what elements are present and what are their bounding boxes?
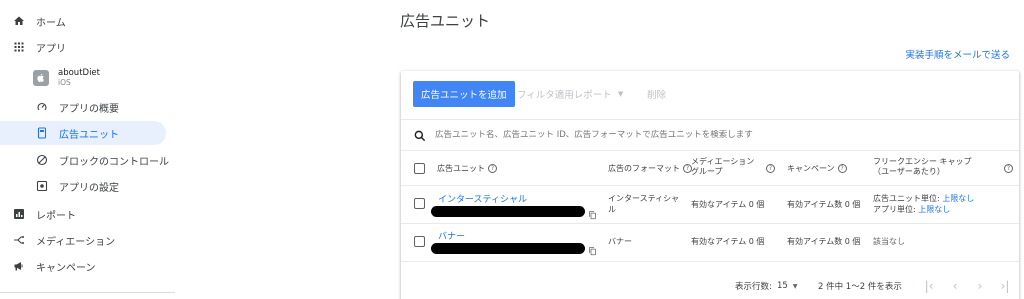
search-bar — [401, 119, 1019, 151]
app-platform: iOS — [58, 78, 71, 87]
mediation-cell: 有効なアイテム 0 個 — [691, 200, 765, 209]
col-header-label-2: （ユーザーあたり） — [873, 167, 945, 176]
ad-unit-name-link[interactable]: インタースティシャル — [438, 192, 527, 205]
ad-units-card: 広告ユニットを追加 フィルタ適用レポート ▼ 削除 広告ユニット ? 広告のフォ… — [401, 71, 1019, 299]
redacted-ad-unit-id — [431, 243, 585, 254]
app-selector[interactable]: aboutDiet iOS — [33, 68, 100, 87]
format-text-2: ル — [608, 205, 616, 214]
col-header-format[interactable]: 広告のフォーマット ? — [608, 163, 692, 174]
pagination-range: 2 件中 1～2 件を表示 — [818, 282, 902, 292]
nav-reports-label: レポート — [36, 210, 76, 222]
row-divider — [401, 223, 1019, 224]
toolbar: 広告ユニットを追加 フィルタ適用レポート ▼ 削除 — [401, 71, 1019, 117]
campaign-cell: 有効アイテム数 0 個 — [787, 200, 861, 209]
nav-campaigns-label: キャンペーン — [36, 262, 96, 274]
redacted-ad-unit-id — [431, 206, 585, 217]
format-cell: インタースティシャ ル — [608, 193, 679, 215]
filtered-report-button[interactable]: フィルタ適用レポート ▼ — [517, 81, 623, 107]
sidebar-item-label: 広告ユニット — [59, 129, 119, 141]
nav-home-label: ホーム — [36, 17, 66, 29]
block-icon — [35, 153, 49, 167]
nav-mediation-label: メディエーション — [36, 236, 116, 248]
page-title: 広告ユニット — [400, 12, 491, 30]
row-divider — [401, 185, 1019, 186]
email-instructions-link[interactable]: 実装手順をメールで送る — [905, 47, 1010, 61]
nav-reports[interactable]: レポート — [0, 202, 76, 226]
sidebar-divider — [0, 292, 175, 293]
mediation-icon — [12, 233, 26, 247]
apps-grid-icon — [12, 40, 26, 54]
rows-per-page-select[interactable]: 15 ▼ — [777, 276, 797, 296]
col-header-frequency-cap[interactable]: フリークエンシー キャップ （ユーザーあたり） — [873, 157, 972, 177]
nav-campaigns[interactable]: キャンペーン — [0, 254, 96, 278]
col-header-label: キャンペーン — [787, 164, 835, 173]
search-input[interactable] — [435, 130, 975, 140]
select-all-checkbox[interactable] — [414, 163, 425, 174]
sidebar-item-app-settings[interactable]: アプリの設定 — [0, 174, 119, 198]
col-header-ad-unit[interactable]: 広告ユニット ? — [437, 163, 497, 174]
search-icon — [413, 128, 427, 142]
frequency-cap-cell: 該当なし — [873, 237, 905, 246]
caret-down-icon: ▼ — [617, 90, 624, 98]
caret-down-icon: ▼ — [792, 282, 798, 290]
megaphone-icon — [12, 259, 26, 273]
nav-mediation[interactable]: メディエーション — [0, 228, 115, 252]
sidebar-item-label: アプリの設定 — [59, 182, 119, 194]
help-icon[interactable]: ? — [766, 164, 775, 173]
apple-icon — [33, 69, 49, 86]
col-header-campaign[interactable]: キャンペーン ? — [787, 163, 847, 174]
sidebar-item-label: アプリの概要 — [59, 103, 119, 115]
delete-button[interactable]: 削除 — [647, 81, 666, 107]
col-header-label: メディエーション — [691, 157, 755, 166]
next-page-icon[interactable]: › — [970, 276, 990, 296]
mediation-cell: 有効なアイテム 0 個 — [691, 237, 765, 246]
sidebar-item-ad-units[interactable]: 広告ユニット — [0, 121, 166, 145]
col-header-label: フリークエンシー キャップ — [873, 157, 972, 166]
prev-page-icon[interactable]: ‹ — [945, 276, 965, 296]
format-text: インタースティシャ — [608, 194, 680, 203]
row-checkbox[interactable] — [414, 236, 425, 247]
rows-per-page-label: 表示行数: — [735, 282, 772, 292]
gauge-icon — [35, 100, 49, 114]
sidebar: ホーム アプリ aboutDiet iOS アプリの概要 広告ユニット ブロック… — [0, 0, 175, 299]
col-header-mediation[interactable]: メディエーション グループ — [691, 157, 754, 177]
first-page-icon[interactable]: |‹ — [919, 276, 939, 296]
freq-label: 広告ユニット単位: — [873, 194, 943, 203]
copy-icon[interactable] — [588, 241, 597, 256]
nav-apps-label: アプリ — [36, 43, 66, 55]
settings-icon — [35, 179, 49, 193]
filtered-report-label: フィルタ適用レポート — [517, 90, 612, 101]
col-header-label: 広告のフォーマット — [608, 164, 680, 173]
nav-home[interactable]: ホーム — [0, 9, 66, 33]
ad-unit-cap-link[interactable]: 上限なし — [942, 194, 974, 203]
ad-unit-name-link[interactable]: バナー — [438, 229, 465, 242]
app-cap-link[interactable]: 上限なし — [918, 205, 950, 214]
sidebar-item-app-overview[interactable]: アプリの概要 — [0, 95, 119, 119]
rows-per-page-value: 15 — [777, 281, 788, 291]
sidebar-item-blocking-controls[interactable]: ブロックのコントロール — [0, 148, 169, 172]
help-icon[interactable]: ? — [837, 164, 847, 173]
add-ad-unit-button[interactable]: 広告ユニットを追加 — [413, 81, 515, 107]
copy-icon[interactable] — [588, 205, 597, 220]
row-divider — [401, 261, 1019, 262]
col-header-label: 広告ユニット — [437, 164, 485, 173]
reports-icon — [12, 207, 26, 221]
last-page-icon[interactable]: ›| — [995, 276, 1015, 296]
row-checkbox[interactable] — [414, 198, 425, 209]
help-icon[interactable]: ? — [1004, 164, 1013, 173]
home-icon — [12, 14, 26, 28]
format-cell: バナー — [608, 237, 632, 246]
sidebar-item-label: ブロックのコントロール — [59, 156, 169, 168]
app-name: aboutDiet — [58, 68, 100, 78]
campaign-cell: 有効アイテム数 0 個 — [787, 237, 861, 246]
nav-apps[interactable]: アプリ — [0, 35, 66, 59]
help-icon[interactable]: ? — [488, 164, 497, 173]
frequency-cap-cell: 広告ユニット単位: 上限なし アプリ単位: 上限なし — [873, 193, 974, 215]
ad-unit-icon — [35, 126, 49, 140]
col-header-label-2: グループ — [691, 167, 723, 176]
freq-label: アプリ単位: — [873, 205, 919, 214]
